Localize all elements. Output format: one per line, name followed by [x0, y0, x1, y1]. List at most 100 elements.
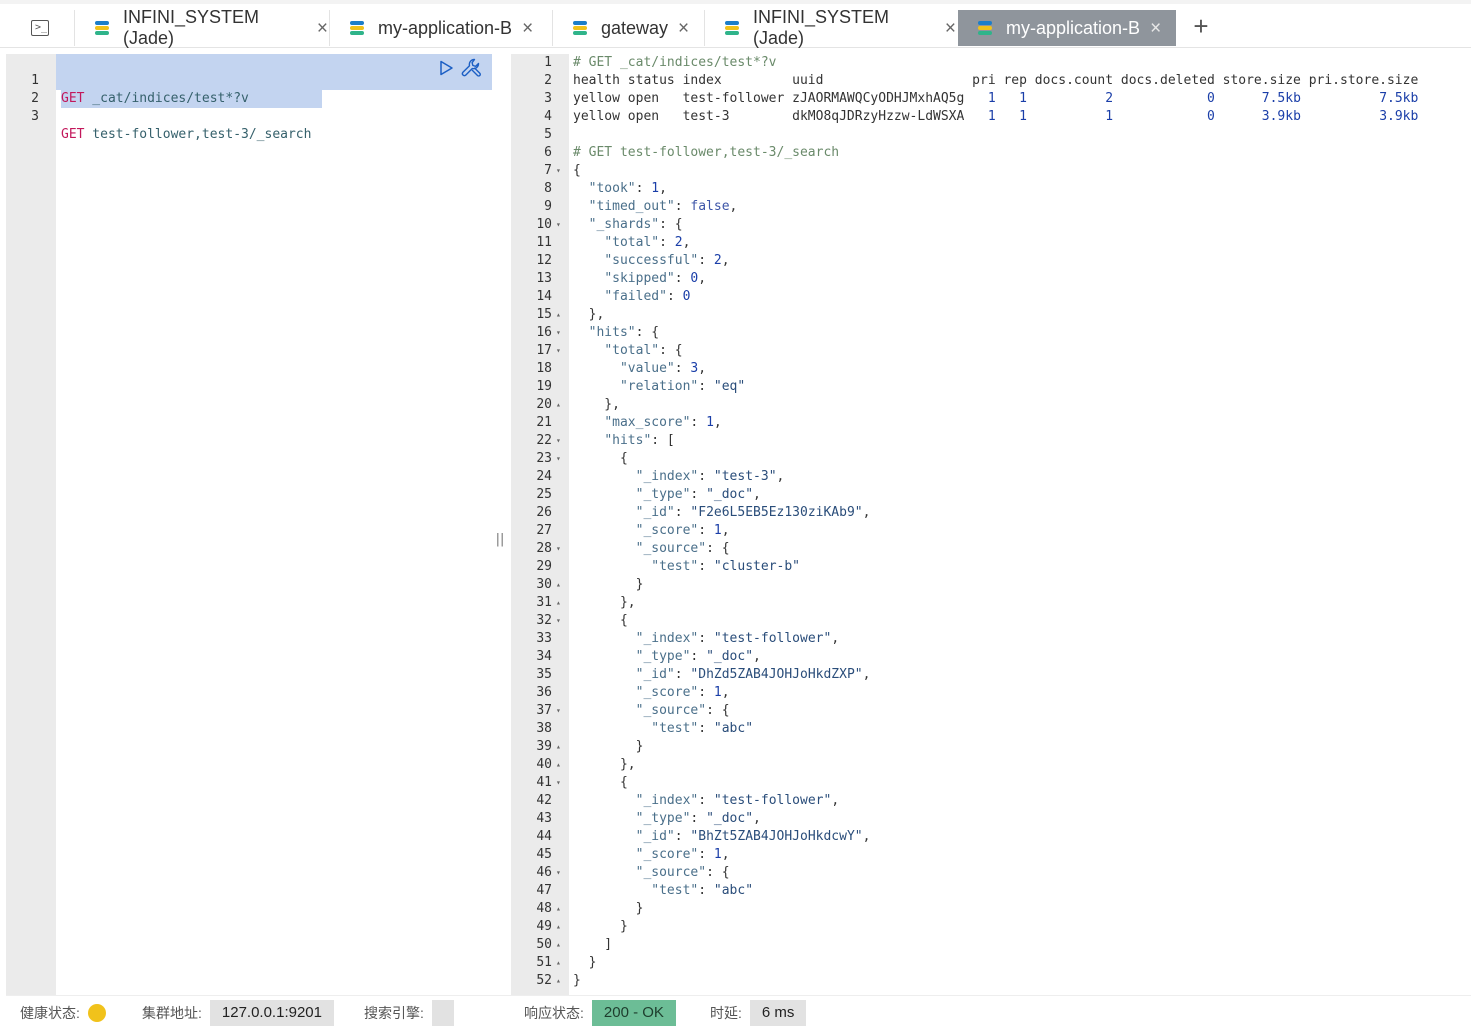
- elasticsearch-icon: [725, 21, 739, 35]
- token-str: "_doc": [706, 649, 754, 664]
- request-editor[interactable]: 1 GET _cat/indices/test*?v 2 3 GET test-…: [6, 54, 492, 995]
- fold-expand-icon[interactable]: ▴: [556, 396, 561, 414]
- response-line: 50 ▴ ]: [511, 936, 1471, 954]
- code-text: "relation": "eq": [573, 378, 745, 396]
- elasticsearch-icon: [95, 21, 109, 35]
- engine-value: [431, 1000, 454, 1026]
- wrench-icon[interactable]: [460, 57, 482, 79]
- response-line: 45 "_score": 1,: [511, 846, 1471, 864]
- response-line: 11 "total": 2,: [511, 234, 1471, 252]
- token-pun: :: [674, 667, 691, 682]
- fold-expand-icon[interactable]: ▴: [556, 756, 561, 774]
- fold-expand-icon[interactable]: ▴: [556, 594, 561, 612]
- line-number: 50: [536, 937, 552, 952]
- code-text: },: [573, 594, 636, 612]
- response-status-label: 响应状态:: [524, 1005, 584, 1021]
- response-line: 52 ▴}: [511, 972, 1471, 990]
- code-text: "_score": 1,: [573, 846, 730, 864]
- code-text: "value": 3,: [573, 360, 706, 378]
- tab-label: INFINI_SYSTEM (Jade): [123, 7, 260, 48]
- line-number: 7: [544, 163, 552, 178]
- line-number: 19: [536, 379, 552, 394]
- line-number: 16: [536, 325, 552, 340]
- cluster-address-value: 127.0.0.1:9201: [209, 1000, 334, 1026]
- close-icon[interactable]: ×: [522, 19, 533, 38]
- fold-collapse-icon[interactable]: ▾: [556, 162, 561, 180]
- fold-expand-icon[interactable]: ▴: [556, 918, 561, 936]
- request-line[interactable]: 3 GET test-follower,test-3/_search: [6, 90, 492, 142]
- token-pun: ,: [713, 415, 722, 430]
- fold-collapse-icon[interactable]: ▾: [556, 612, 561, 630]
- tab-my-application-b-active[interactable]: my-application-B ×: [958, 10, 1176, 46]
- code-text: "failed": 0: [573, 288, 690, 306]
- fold-collapse-icon[interactable]: ▾: [556, 324, 561, 342]
- fold-expand-icon[interactable]: ▴: [556, 576, 561, 594]
- response-line: 23 ▾ {: [511, 450, 1471, 468]
- code-text: }: [573, 576, 644, 594]
- tab-infini-system-1[interactable]: INFINI_SYSTEM (Jade) ×: [74, 7, 328, 48]
- token-pun: yellow open test-3 dkMO8qJDRzyHzzw-LdWSX…: [573, 109, 980, 124]
- line-number: 31: [536, 595, 552, 610]
- fold-expand-icon[interactable]: ▴: [556, 972, 561, 990]
- fold-expand-icon[interactable]: ▴: [556, 900, 561, 918]
- fold-collapse-icon[interactable]: ▾: [556, 432, 561, 450]
- token-pun: {: [573, 613, 628, 628]
- line-number: 34: [536, 649, 552, 664]
- fold-expand-icon[interactable]: ▴: [556, 306, 561, 324]
- token-num: 1: [713, 847, 722, 862]
- token-key: "hits": [588, 325, 636, 340]
- fold-collapse-icon[interactable]: ▾: [556, 342, 561, 360]
- token-key: "_shards": [588, 217, 660, 232]
- tab-gateway[interactable]: gateway ×: [552, 10, 702, 46]
- fold-collapse-icon[interactable]: ▾: [556, 540, 561, 558]
- fold-expand-icon[interactable]: ▴: [556, 936, 561, 954]
- request-line[interactable]: 2: [6, 72, 492, 106]
- fold-expand-icon[interactable]: ▴: [556, 954, 561, 972]
- response-viewer[interactable]: 1 # GET _cat/indices/test*?v 2 health statu…: [511, 54, 1471, 995]
- token-pun: :: [698, 847, 714, 862]
- token-pun: health status index uuid pri rep docs.co…: [573, 73, 1419, 88]
- code-text: "_id": "F2e6L5EB5Ez130ziKAb9",: [573, 504, 871, 522]
- code-text: "max_score": 1,: [573, 414, 722, 432]
- close-icon[interactable]: ×: [945, 19, 956, 38]
- close-icon[interactable]: ×: [1150, 19, 1161, 38]
- fold-collapse-icon[interactable]: ▾: [556, 774, 561, 792]
- token-key: "test": [651, 559, 699, 574]
- tab-my-application-b-1[interactable]: my-application-B ×: [329, 10, 543, 46]
- line-number: 33: [536, 631, 552, 646]
- terminal-icon: >_: [31, 20, 49, 36]
- fold-expand-icon[interactable]: ▴: [556, 738, 561, 756]
- line-number: 10: [536, 217, 552, 232]
- token-str: "DhZd5ZAB4JOHJoHkdZXP": [690, 667, 863, 682]
- add-tab-button[interactable]: +: [1188, 13, 1214, 40]
- token-key: "test": [651, 721, 699, 736]
- token-pun: ,: [698, 361, 707, 376]
- line-number: 6: [544, 145, 552, 160]
- tab-infini-system-2[interactable]: INFINI_SYSTEM (Jade) ×: [704, 7, 956, 48]
- token-key: "successful": [604, 253, 699, 268]
- response-line: 28 ▾ "_source": {: [511, 540, 1471, 558]
- fold-collapse-icon[interactable]: ▾: [556, 216, 561, 234]
- console-toggle-button[interactable]: >_: [22, 14, 58, 42]
- response-line: 34 "_type": "_doc",: [511, 648, 1471, 666]
- token-key: "_index": [635, 631, 699, 646]
- response-line: 25 "_type": "_doc",: [511, 486, 1471, 504]
- token-pun: [573, 559, 651, 574]
- request-line[interactable]: 1 GET _cat/indices/test*?v: [6, 54, 492, 106]
- tab-label: my-application-B: [378, 17, 513, 38]
- line-number: 48: [536, 901, 552, 916]
- response-line: 5: [511, 126, 1471, 144]
- close-icon[interactable]: ×: [317, 19, 328, 38]
- play-icon[interactable]: [438, 60, 454, 76]
- token-pun: {: [573, 775, 628, 790]
- token-pun: : {: [706, 541, 730, 556]
- token-pun: [573, 361, 620, 376]
- fold-collapse-icon[interactable]: ▾: [556, 864, 561, 882]
- token-num: 1: [713, 685, 722, 700]
- fold-collapse-icon[interactable]: ▾: [556, 702, 561, 720]
- pane-splitter[interactable]: ||: [494, 532, 506, 550]
- code-text: "_type": "_doc",: [573, 648, 761, 666]
- close-icon[interactable]: ×: [678, 19, 689, 38]
- fold-collapse-icon[interactable]: ▾: [556, 450, 561, 468]
- console-app: >_ INFINI_SYSTEM (Jade) × my-application…: [0, 0, 1471, 1030]
